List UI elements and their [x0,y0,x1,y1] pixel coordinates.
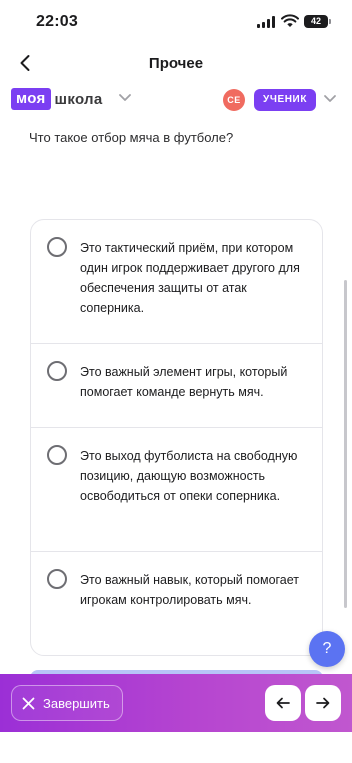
answer-option[interactable]: Это важный элемент игры, который помогае… [31,344,322,428]
battery-tip [329,19,331,24]
answer-text: Это выход футболиста на свободную позици… [80,449,298,503]
previous-question-button[interactable] [265,685,301,721]
radio-button[interactable] [47,237,67,257]
answer-list: Это тактический приём, при котором один … [30,219,323,656]
logo-highlight: моя [11,88,51,110]
scrollbar[interactable] [344,280,347,608]
role-badge[interactable]: УЧЕНИК [254,89,317,111]
arrow-left-icon [276,697,290,709]
logo-word: школа [54,90,103,108]
radio-button[interactable] [47,569,67,589]
navigation-bar: Прочее [0,44,352,84]
arrow-right-icon [316,697,330,709]
help-button[interactable]: ? [309,631,345,667]
bottom-toolbar: Завершить [0,674,352,732]
radio-button[interactable] [47,445,67,465]
cellular-signal-icon [257,16,275,28]
close-icon [22,697,35,709]
school-switcher[interactable]: моя школа [11,88,103,110]
answer-option[interactable]: Это важный навык, который помогает игрок… [31,552,322,655]
wifi-icon [281,14,299,27]
avatar[interactable]: СЕ [223,89,245,111]
answer-text: Это важный элемент игры, который помогае… [80,365,288,399]
finish-button[interactable]: Завершить [11,685,123,721]
chevron-down-icon[interactable] [118,93,132,102]
question-text: Что такое отбор мяча в футболе? [29,130,234,145]
page-title: Прочее [148,55,204,72]
chevron-down-icon[interactable] [323,94,337,103]
answer-text: Это важный навык, который помогает игрок… [80,573,300,607]
answer-option[interactable]: Это выход футболиста на свободную позици… [31,428,322,552]
app-header: моя школа СЕ УЧЕНИК [0,86,352,116]
answer-text: Это тактический приём, при котором один … [80,241,300,315]
status-bar: 22:03 42 [0,0,352,44]
next-question-button[interactable] [305,685,341,721]
battery-icon: 42 [304,15,328,28]
answer-option[interactable]: Это тактический приём, при котором один … [31,220,322,344]
finish-label: Завершить [43,695,110,711]
radio-button[interactable] [47,361,67,381]
status-time: 22:03 [36,13,78,30]
